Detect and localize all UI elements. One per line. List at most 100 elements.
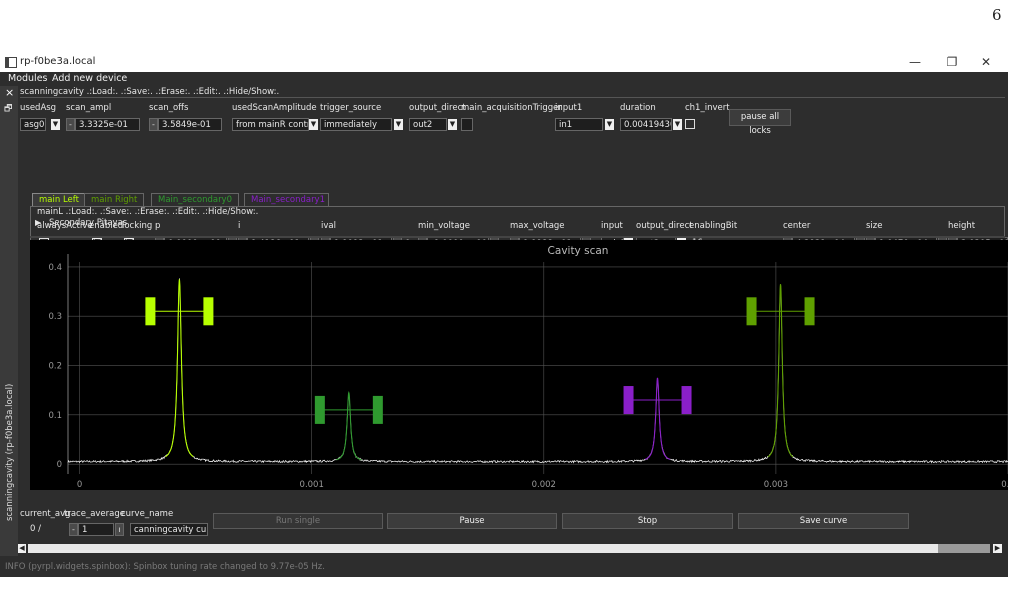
- marker-right-rect: [681, 386, 692, 415]
- menu-modules[interactable]: Modules: [8, 73, 48, 84]
- trace-average-label: trace_average: [64, 509, 125, 519]
- peak-1: [336, 390, 362, 461]
- x-tick-label: 0: [77, 480, 82, 490]
- usedasg-select[interactable]: asg0: [20, 118, 46, 131]
- window-title: rp-f0be3a.local: [20, 56, 96, 67]
- tab-main-right[interactable]: main Right: [84, 193, 145, 206]
- chevron-down-icon[interactable]: ▼: [673, 119, 682, 130]
- ch1-invert-label: ch1_invert: [685, 103, 730, 113]
- x-tick-label: 0.0: [1001, 480, 1008, 490]
- marker-right-rect: [203, 297, 214, 326]
- scan-offs-input[interactable]: 3.5849e-01: [158, 118, 222, 131]
- marker-left-rect: [746, 297, 757, 326]
- horizontal-scrollbar[interactable]: ◀ ▶: [18, 544, 1003, 553]
- output-direct-select[interactable]: out2: [409, 118, 447, 131]
- spin-plus-icon[interactable]: ı: [115, 523, 124, 536]
- menu-add-new-device[interactable]: Add new device: [52, 73, 127, 84]
- current-avg-value: 0 /: [30, 524, 41, 534]
- menu-bar: Modules Add new device: [0, 72, 1008, 85]
- output-direct-label: output_direct: [409, 103, 466, 113]
- tab-main-secondary0-label: Main_secondary0: [158, 195, 232, 205]
- spin-minus-icon[interactable]: -: [66, 118, 75, 131]
- scroll-thumb[interactable]: [938, 544, 990, 553]
- scan-ampl-input[interactable]: 3.3325e-01: [75, 118, 140, 131]
- cavity-scan-svg: 0 0.1 0.2 0.3 0.4 0 0.001 0.002 0.003 0.0 Cavity s…: [48, 245, 1008, 490]
- tab-main-secondary1-label: Main_secondary1: [251, 195, 325, 205]
- chevron-down-icon[interactable]: ▼: [605, 119, 614, 130]
- tab-main-secondary0[interactable]: Main_secondary0: [151, 193, 239, 206]
- y-tick-label: 0.1: [48, 411, 62, 421]
- close-button[interactable]: ✕: [971, 54, 1001, 70]
- peak-0: [165, 279, 194, 458]
- status-message: INFO (pyrpl.widgets.spinbox): Spinbox tu…: [5, 562, 325, 572]
- minimize-button[interactable]: —: [900, 54, 930, 70]
- curve-name-label: curve_name: [121, 509, 174, 519]
- app-window: rp-f0be3a.local — ❐ ✕ Modules Add new de…: [0, 52, 1008, 577]
- marker-left-rect: [623, 386, 634, 415]
- dock-title: scanningcavity (rp-f0be3a.local): [5, 383, 15, 521]
- y-tick-label: 0.3: [48, 312, 62, 322]
- chevron-down-icon[interactable]: ▼: [309, 119, 318, 130]
- tab-main-left[interactable]: main Left: [32, 193, 86, 206]
- marker-right-rect: [804, 297, 815, 326]
- cavity-scan-plot[interactable]: 0 0.1 0.2 0.3 0.4 0 0.001 0.002 0.003 0.0 Cavity s…: [30, 240, 1008, 490]
- main-acquisition-trigger-label: main_acquisitionTrigger: [461, 103, 562, 113]
- module-header: scanningcavity .:Load:. .:Save:. .:Erase…: [20, 87, 280, 97]
- y-tick-label: 0.2: [48, 362, 62, 372]
- peak-3: [767, 284, 794, 458]
- chevron-down-icon[interactable]: ▼: [51, 119, 60, 130]
- main-acquisition-trigger-input[interactable]: [461, 118, 473, 131]
- pause-all-locks-button[interactable]: pause all locks: [729, 109, 791, 136]
- used-scan-amplitude-label: usedScanAmplitude: [232, 103, 317, 113]
- input1-label: input1: [555, 103, 583, 113]
- usedasg-label: usedAsg: [20, 103, 57, 113]
- expand-arrow-icon[interactable]: ▶: [35, 218, 41, 227]
- tab-main-secondary1[interactable]: Main_secondary1: [244, 193, 329, 206]
- trace-average-input[interactable]: 1: [78, 523, 114, 536]
- spin-minus-icon[interactable]: -: [69, 523, 78, 536]
- input1-select[interactable]: in1: [555, 118, 603, 131]
- x-tick-label: 0.002: [532, 480, 556, 490]
- scan-offs-label: scan_offs: [149, 103, 189, 113]
- dock-titlebar: × 🗗 scanningcavity (rp-f0be3a.local): [0, 86, 18, 556]
- run-single-button[interactable]: Run single: [213, 513, 383, 529]
- duration-label: duration: [620, 103, 656, 113]
- x-tick-label: 0.001: [300, 480, 324, 490]
- scroll-track[interactable]: [28, 544, 938, 553]
- current-avg-label: current_avg: [20, 509, 71, 519]
- tab-main-right-label: main Right: [91, 195, 138, 205]
- duration-select[interactable]: 0.004194304: [620, 118, 672, 131]
- spin-minus-icon[interactable]: -: [149, 118, 158, 131]
- stop-button[interactable]: Stop: [562, 513, 733, 529]
- app-window-icon: [5, 57, 17, 68]
- dock-float-icon[interactable]: 🗗: [4, 101, 12, 117]
- dock-close-icon[interactable]: ×: [5, 86, 14, 99]
- scroll-right-icon[interactable]: ▶: [993, 544, 1002, 553]
- title-bar: rp-f0be3a.local — ❐ ✕: [0, 52, 1008, 72]
- secondary-pitayas-row[interactable]: ▶ Secondary Pitayas: [22, 215, 1007, 231]
- marker-right-rect: [372, 395, 383, 424]
- ch1-invert-checkbox[interactable]: [685, 119, 695, 129]
- marker-left-rect: [145, 297, 156, 326]
- chart-title: Cavity scan: [548, 245, 609, 257]
- restore-button[interactable]: ❐: [937, 54, 967, 70]
- y-tick-label: 0: [57, 460, 62, 470]
- save-curve-button[interactable]: Save curve: [738, 513, 909, 529]
- y-tick-label: 0.4: [48, 263, 62, 273]
- secondary-pitayas-label: Secondary Pitayas: [49, 218, 128, 228]
- marker-left-rect: [314, 395, 325, 424]
- page-number: 6: [992, 6, 1002, 24]
- used-scan-amplitude-select[interactable]: from mainR control: [232, 118, 309, 131]
- chevron-down-icon[interactable]: ▼: [394, 119, 403, 130]
- scroll-left-icon[interactable]: ◀: [18, 544, 26, 553]
- divider: [20, 97, 1005, 98]
- x-tick-label: 0.003: [764, 480, 788, 490]
- peak-2: [644, 377, 671, 460]
- splitter-handle[interactable]: [30, 236, 1005, 238]
- trigger-source-select[interactable]: immediately: [320, 118, 392, 131]
- curve-name-input[interactable]: canningcavity curve: [130, 523, 208, 536]
- tab-main-left-label: main Left: [39, 195, 79, 205]
- trigger-source-label: trigger_source: [320, 103, 382, 113]
- pause-button[interactable]: Pause: [387, 513, 557, 529]
- chevron-down-icon[interactable]: ▼: [448, 119, 457, 130]
